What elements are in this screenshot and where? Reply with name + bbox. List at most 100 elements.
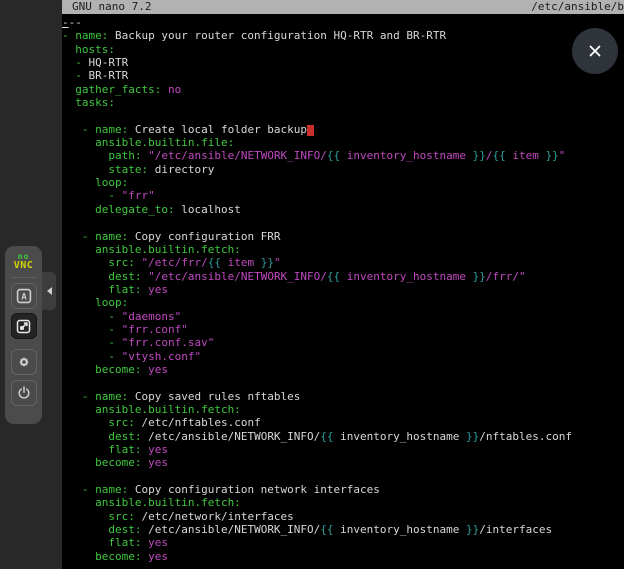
editor-line bbox=[62, 376, 624, 389]
code-segment: /nftables.conf bbox=[479, 430, 572, 443]
close-button[interactable] bbox=[572, 28, 618, 74]
editor-line: - name: Copy configuration FRR bbox=[62, 230, 624, 243]
code-segment: /etc/ansible/NETWORK_INFO/ bbox=[141, 430, 320, 443]
editor-line: - name: Create local folder backup bbox=[62, 123, 624, 136]
editor-line: - name: Backup your router configuration… bbox=[62, 29, 624, 42]
code-segment: - bbox=[62, 16, 69, 29]
code-segment: dest: bbox=[62, 523, 141, 536]
editor-line bbox=[62, 216, 624, 229]
code-segment: HQ-RTR bbox=[89, 56, 129, 69]
editor-line: path: "/etc/ansible/NETWORK_INFO/{{ inve… bbox=[62, 149, 624, 162]
code-segment: flat: bbox=[62, 443, 141, 456]
code-segment: "/etc/ansible/NETWORK_INFO/ bbox=[148, 149, 327, 162]
editor-line: ansible.builtin.fetch: bbox=[62, 496, 624, 509]
close-icon bbox=[586, 42, 604, 60]
code-segment: "frr.conf.sav" bbox=[122, 336, 215, 349]
code-segment: "frr.conf" bbox=[122, 323, 188, 336]
nano-version: GNU nano 7.2 bbox=[72, 0, 151, 14]
code-segment: }} bbox=[546, 149, 559, 162]
code-segment: {{ bbox=[327, 149, 340, 162]
code-segment: gather_facts: bbox=[62, 83, 161, 96]
code-segment: - bbox=[62, 69, 89, 82]
fullscreen-button[interactable] bbox=[11, 313, 37, 339]
code-segment: loop: bbox=[62, 296, 128, 309]
editor-line: src: /etc/nftables.conf bbox=[62, 416, 624, 429]
editor-line: flat: yes bbox=[62, 283, 624, 296]
editor-line: --- bbox=[62, 16, 624, 29]
text-cursor bbox=[307, 125, 314, 136]
code-segment: /interfaces bbox=[479, 523, 552, 536]
code-segment bbox=[161, 83, 168, 96]
code-segment: become: bbox=[62, 456, 141, 469]
code-segment: ansible.builtin.fetch: bbox=[62, 243, 241, 256]
editor-line: src: "/etc/frr/{{ item }}" bbox=[62, 256, 624, 269]
settings-button[interactable] bbox=[11, 349, 37, 375]
code-segment: BR-RTR bbox=[89, 69, 129, 82]
code-segment: }} bbox=[466, 523, 479, 536]
editor-line: - "frr.conf.sav" bbox=[62, 336, 624, 349]
code-segment: dest: bbox=[62, 270, 141, 283]
editor-line: loop: bbox=[62, 296, 624, 309]
editor-buffer[interactable]: ---- name: Backup your router configurat… bbox=[62, 14, 624, 563]
code-segment: item bbox=[221, 256, 261, 269]
code-segment: Backup your router configuration HQ-RTR … bbox=[108, 29, 446, 42]
code-segment: - name: bbox=[62, 230, 128, 243]
code-segment: {{ bbox=[493, 149, 506, 162]
editor-line: ansible.builtin.fetch: bbox=[62, 403, 624, 416]
editor-line: - "frr" bbox=[62, 189, 624, 202]
editor-line: - "vtysh.conf" bbox=[62, 350, 624, 363]
editor-line: delegate_to: localhost bbox=[62, 203, 624, 216]
code-segment: }} bbox=[261, 256, 274, 269]
editor-line: dest: /etc/ansible/NETWORK_INFO/{{ inven… bbox=[62, 523, 624, 536]
code-segment: "vtysh.conf" bbox=[122, 350, 201, 363]
code-segment: yes bbox=[148, 363, 168, 376]
code-segment: inventory_hostname bbox=[334, 430, 466, 443]
code-segment: ansible.builtin.fetch: bbox=[62, 403, 241, 416]
code-segment: "/etc/frr/ bbox=[141, 256, 207, 269]
code-segment: flat: bbox=[62, 536, 141, 549]
editor-line: ansible.builtin.file: bbox=[62, 136, 624, 149]
terminal-window[interactable]: GNU nano 7.2 /etc/ansible/b ---- name: B… bbox=[62, 0, 624, 569]
code-segment: - name: bbox=[62, 29, 108, 42]
fullscreen-icon bbox=[16, 319, 31, 334]
gear-icon bbox=[16, 354, 32, 370]
nano-titlebar: GNU nano 7.2 /etc/ansible/b bbox=[62, 0, 624, 14]
editor-line: gather_facts: no bbox=[62, 83, 624, 96]
code-segment: no bbox=[168, 83, 181, 96]
novnc-logo-bottom: VNC bbox=[14, 261, 34, 271]
code-segment: yes bbox=[148, 443, 168, 456]
code-segment: - bbox=[62, 336, 122, 349]
editor-line: - "frr.conf" bbox=[62, 323, 624, 336]
code-segment: - name: bbox=[62, 483, 128, 496]
code-segment: src: bbox=[62, 256, 135, 269]
keyboard-button[interactable]: A bbox=[11, 283, 37, 309]
code-segment: inventory_hostname bbox=[340, 270, 472, 283]
code-segment: }} bbox=[473, 270, 486, 283]
editor-line: - HQ-RTR bbox=[62, 56, 624, 69]
code-segment: {{ bbox=[327, 270, 340, 283]
editor-line: ansible.builtin.fetch: bbox=[62, 243, 624, 256]
code-segment: }} bbox=[466, 430, 479, 443]
editor-line: loop: bbox=[62, 176, 624, 189]
code-segment: {{ bbox=[320, 523, 333, 536]
editor-line: become: yes bbox=[62, 456, 624, 469]
code-segment: - name: bbox=[62, 390, 128, 403]
code-segment: inventory_hostname bbox=[334, 523, 466, 536]
control-bar-handle[interactable] bbox=[42, 272, 56, 310]
code-segment: Copy configuration network interfaces bbox=[128, 483, 380, 496]
code-segment: src: bbox=[62, 510, 135, 523]
code-segment: yes bbox=[148, 456, 168, 469]
code-segment: / bbox=[486, 149, 493, 162]
power-button[interactable] bbox=[11, 380, 37, 406]
code-segment: "daemons" bbox=[122, 310, 182, 323]
novnc-logo: no VNC bbox=[14, 253, 34, 271]
code-segment: /etc/nftables.conf bbox=[135, 416, 261, 429]
code-segment: become: bbox=[62, 550, 141, 563]
editor-line: dest: /etc/ansible/NETWORK_INFO/{{ inven… bbox=[62, 430, 624, 443]
nano-filename: /etc/ansible/b bbox=[531, 0, 624, 14]
editor-line: - name: Copy configuration network inter… bbox=[62, 483, 624, 496]
editor-line bbox=[62, 109, 624, 122]
code-segment: - bbox=[62, 323, 122, 336]
code-segment: ansible.builtin.file: bbox=[62, 136, 234, 149]
code-segment: /frr/" bbox=[486, 270, 526, 283]
